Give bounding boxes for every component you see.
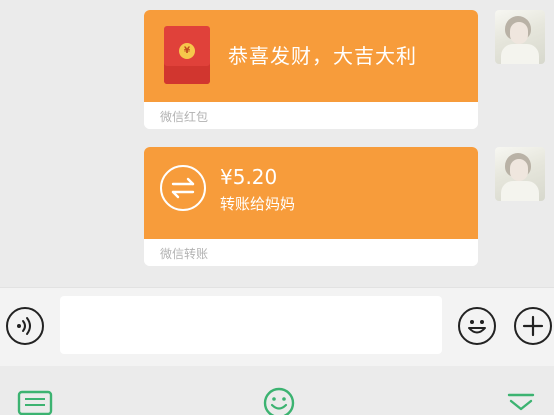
chevron-down-icon[interactable] <box>506 390 536 414</box>
coin-seal-icon: ¥ <box>179 43 195 59</box>
avatar[interactable] <box>495 147 545 201</box>
transfer-arrows-icon <box>160 165 206 211</box>
avatar[interactable] <box>495 10 545 64</box>
transfer-amount: ¥5.20 <box>220 165 278 189</box>
smiley-icon[interactable] <box>262 386 296 415</box>
red-packet-caption: 微信红包 <box>160 110 209 124</box>
chat-area: ¥ 恭喜发财，大吉大利 微信红包 ¥5.20 转账给妈妈 微信转账 <box>0 0 554 287</box>
red-packet-greeting: 恭喜发财，大吉大利 <box>228 44 417 68</box>
voice-icon <box>17 317 31 335</box>
transfer-caption: 微信转账 <box>160 247 209 261</box>
emoji-button[interactable] <box>458 307 496 345</box>
message-input-bar <box>0 287 554 367</box>
transfer-footer: 微信转账 <box>144 239 478 266</box>
plus-button[interactable] <box>514 307 552 345</box>
transfer-body: ¥5.20 转账给妈妈 <box>144 147 478 239</box>
message-text-field[interactable] <box>60 296 442 354</box>
keyboard-icon[interactable] <box>17 388 53 415</box>
emoji-icon <box>468 320 486 334</box>
voice-button[interactable] <box>6 307 44 345</box>
transfer-message[interactable]: ¥5.20 转账给妈妈 微信转账 <box>144 147 478 266</box>
transfer-description: 转账给妈妈 <box>220 195 296 213</box>
red-packet-body: ¥ 恭喜发财，大吉大利 <box>144 10 478 102</box>
red-packet-message[interactable]: ¥ 恭喜发财，大吉大利 微信红包 <box>144 10 478 129</box>
red-packet-footer: 微信红包 <box>144 102 478 129</box>
plus-icon <box>522 315 544 337</box>
bottom-toolbar <box>0 366 554 415</box>
red-packet-icon: ¥ <box>164 26 210 84</box>
